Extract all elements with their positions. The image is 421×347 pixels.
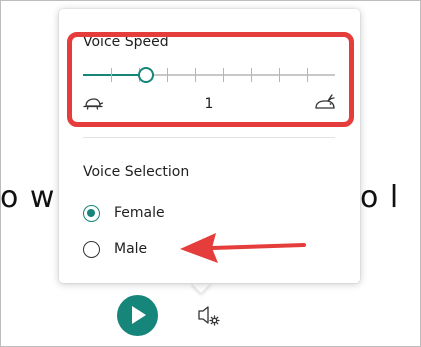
- annotation-arrow: [180, 233, 306, 263]
- female-radio[interactable]: [83, 204, 100, 222]
- speaker-gear-icon[interactable]: [196, 302, 222, 328]
- section-divider: [83, 137, 335, 138]
- reading-text-left: o w: [0, 180, 56, 215]
- male-radio[interactable]: [83, 240, 100, 258]
- male-label: Male: [114, 241, 148, 257]
- play-button[interactable]: [117, 295, 158, 336]
- voice-selection-title: Voice Selection: [83, 164, 190, 180]
- voice-option-male[interactable]: Male: [83, 239, 147, 259]
- annotation-highlight-box: [67, 32, 354, 127]
- voice-option-female[interactable]: Female: [83, 203, 165, 223]
- reading-text-right: o l: [360, 180, 400, 215]
- female-label: Female: [114, 205, 165, 221]
